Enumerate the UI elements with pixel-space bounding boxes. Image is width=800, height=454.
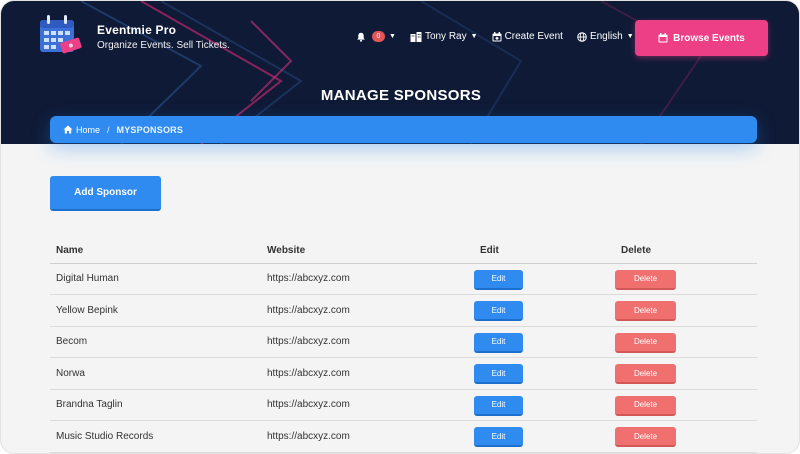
create-event-link[interactable]: Create Event xyxy=(492,31,563,42)
edit-button[interactable]: Edit xyxy=(474,364,523,385)
delete-button[interactable]: Delete xyxy=(615,427,676,448)
app-frame: Eventmie Pro Organize Events. Sell Ticke… xyxy=(0,0,800,454)
sponsors-table: Name Website Edit Delete Digital Human h… xyxy=(50,239,757,453)
user-building-icon xyxy=(410,31,422,42)
sponsor-website: https://abcxyz.com xyxy=(261,294,474,327)
delete-button[interactable]: Delete xyxy=(615,395,676,416)
home-icon xyxy=(63,125,73,134)
table-header-row: Name Website Edit Delete xyxy=(50,239,757,264)
edit-cell: Edit xyxy=(474,389,615,421)
delete-cell: Delete xyxy=(615,294,757,327)
edit-cell: Edit xyxy=(474,294,615,327)
calendar-icon xyxy=(492,31,502,41)
notification-count-badge: 0 xyxy=(372,31,385,42)
breadcrumb-separator: / xyxy=(107,124,110,135)
create-event-label: Create Event xyxy=(504,31,563,42)
column-header-name: Name xyxy=(50,239,261,264)
browse-events-button[interactable]: Browse Events xyxy=(635,20,768,56)
calendar-icon xyxy=(658,33,668,43)
chevron-down-icon: ▼ xyxy=(626,33,634,40)
edit-cell: Edit xyxy=(474,420,615,453)
language-label: English xyxy=(589,31,623,42)
sponsor-name: Digital Human xyxy=(50,263,261,295)
sponsor-website: https://abcxyz.com xyxy=(261,389,474,421)
globe-icon xyxy=(577,31,587,42)
brand-title: Eventmie Pro xyxy=(97,23,177,37)
delete-button[interactable]: Delete xyxy=(615,269,676,290)
table-row: Brandna Taglin https://abcxyz.com Edit D… xyxy=(50,389,757,421)
sponsor-website: https://abcxyz.com xyxy=(261,420,474,453)
brand-tagline: Organize Events. Sell Tickets. xyxy=(97,40,230,51)
edit-cell: Edit xyxy=(474,357,615,390)
delete-cell: Delete xyxy=(615,263,757,295)
page-title: MANAGE SPONSORS xyxy=(320,87,482,104)
add-sponsor-button[interactable]: Add Sponsor xyxy=(50,176,161,211)
edit-button[interactable]: Edit xyxy=(474,269,523,290)
sponsor-website: https://abcxyz.com xyxy=(261,357,474,390)
breadcrumb-home-label: Home xyxy=(76,124,101,135)
table-row: Digital Human https://abcxyz.com Edit De… xyxy=(50,263,757,295)
sponsor-name: Becom xyxy=(50,326,261,358)
edit-button[interactable]: Edit xyxy=(474,332,523,353)
delete-cell: Delete xyxy=(615,420,757,453)
sponsor-name: Norwa xyxy=(50,357,261,390)
brand-text: Eventmie Pro Organize Events. Sell Ticke… xyxy=(97,23,230,51)
breadcrumb-home[interactable]: Home xyxy=(63,125,100,135)
edit-button[interactable]: Edit xyxy=(474,395,523,416)
table-row: Music Studio Records https://abcxyz.com … xyxy=(50,420,757,453)
column-header-edit: Edit xyxy=(474,239,615,264)
sponsor-name: Yellow Bepink xyxy=(50,294,261,327)
calendar-ticket-icon xyxy=(40,15,82,54)
brand[interactable]: Eventmie Pro Organize Events. Sell Ticke… xyxy=(39,14,230,58)
delete-button[interactable]: Delete xyxy=(615,332,676,353)
breadcrumb: Home / MYSPONSORS xyxy=(50,116,757,143)
sponsor-name: Brandna Taglin xyxy=(50,389,261,421)
column-header-website: Website xyxy=(261,239,474,264)
delete-button[interactable]: Delete xyxy=(615,364,676,385)
edit-cell: Edit xyxy=(474,263,615,295)
sponsor-website: https://abcxyz.com xyxy=(261,326,474,358)
notifications-menu[interactable]: 0 ▼ xyxy=(356,31,396,42)
bell-icon xyxy=(357,32,365,42)
column-header-delete: Delete xyxy=(615,239,757,264)
table-row: Yellow Bepink https://abcxyz.com Edit De… xyxy=(50,294,757,327)
edit-button[interactable]: Edit xyxy=(474,427,523,448)
breadcrumb-current: MYSPONSORS xyxy=(116,124,184,135)
top-nav: 0 ▼ Tony Ray ▼ Create Event English ▼ xyxy=(356,31,648,42)
browse-events-label: Browse Events xyxy=(673,32,745,44)
chevron-down-icon: ▼ xyxy=(389,33,396,40)
language-menu[interactable]: English ▼ xyxy=(577,31,634,42)
sponsor-website: https://abcxyz.com xyxy=(261,263,474,295)
edit-cell: Edit xyxy=(474,326,615,358)
edit-button[interactable]: Edit xyxy=(474,301,523,322)
user-menu[interactable]: Tony Ray ▼ xyxy=(410,31,478,42)
delete-cell: Delete xyxy=(615,357,757,390)
user-name: Tony Ray xyxy=(424,31,467,42)
table-row: Norwa https://abcxyz.com Edit Delete xyxy=(50,357,757,390)
delete-button[interactable]: Delete xyxy=(615,301,676,322)
delete-cell: Delete xyxy=(615,326,757,358)
table-row: Becom https://abcxyz.com Edit Delete xyxy=(50,326,757,358)
sponsor-name: Music Studio Records xyxy=(50,420,261,453)
chevron-down-icon: ▼ xyxy=(470,33,478,40)
delete-cell: Delete xyxy=(615,389,757,421)
